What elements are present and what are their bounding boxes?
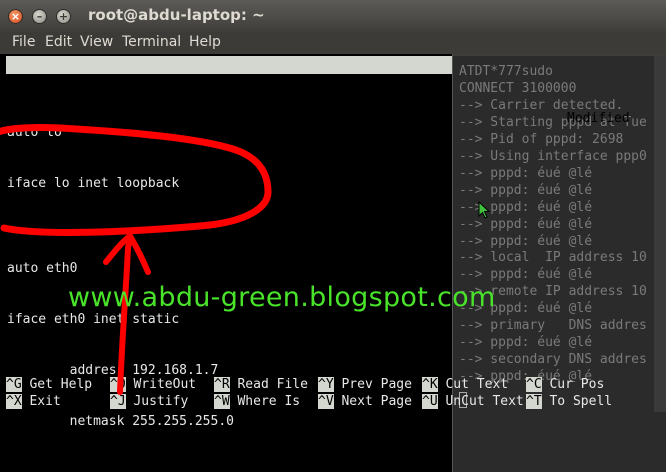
shortcut-key: ^G xyxy=(6,377,22,392)
shortcut-next-page[interactable]: Next Page xyxy=(341,394,411,409)
shortcut-key: ^C xyxy=(526,377,542,392)
menu-bar: File Edit View Terminal Help xyxy=(0,32,666,54)
menu-file[interactable]: File xyxy=(12,34,35,50)
window-title: root@abdu-laptop: ~ xyxy=(88,6,265,24)
shortcut-get-help[interactable]: Get Help xyxy=(29,377,92,392)
shortcut-where-is[interactable]: Where Is xyxy=(237,394,300,409)
editor-line: auto eth0 xyxy=(7,261,78,276)
background-terminal-line: --> Starting pppd at Tue xyxy=(459,114,647,130)
shortcut-key: ^W xyxy=(214,394,230,409)
shortcut-exit[interactable]: Exit xyxy=(29,394,60,409)
shortcut-key: ^X xyxy=(6,394,22,409)
menu-terminal[interactable]: Terminal xyxy=(122,34,181,50)
background-terminal-line: --> Pid of pppd: 2698 xyxy=(459,131,624,147)
editor-line: iface lo inet loopback xyxy=(7,176,180,191)
shortcut-key: ^K xyxy=(422,377,438,392)
watermark-text: www.abdu-green.blogspot.com xyxy=(68,282,496,313)
shortcut-key: ^U xyxy=(422,394,438,409)
window-titlebar[interactable]: × – + root@abdu-laptop: ~ xyxy=(0,0,666,32)
background-terminal-line: --> pppd: éué @lé xyxy=(459,182,593,198)
background-terminal-line: --> pppd: éué @lé xyxy=(459,165,593,181)
shortcut-read-file[interactable]: Read File xyxy=(237,377,307,392)
background-terminal-line: --> pppd: éué @lé xyxy=(459,216,593,232)
editor-line: auto lo xyxy=(7,125,62,140)
mouse-pointer-icon xyxy=(478,201,490,219)
shortcut-key: ^R xyxy=(214,377,230,392)
minimize-icon[interactable]: – xyxy=(32,9,47,24)
shortcut-uncut-text[interactable]: UnCut Text xyxy=(445,394,523,409)
background-terminal-output: ATDT*777sudo CONNECT 3100000 --> Carrier d… xyxy=(459,64,665,386)
shortcut-key: ^Y xyxy=(318,377,334,392)
editor-line: iface eth0 inet static xyxy=(7,312,180,327)
editor-line: netmask 255.255.255.0 xyxy=(7,414,234,429)
shortcut-key: ^T xyxy=(526,394,542,409)
background-terminal-line: ATDT*777sudo xyxy=(459,64,553,79)
shortcut-cut-text[interactable]: Cut Text xyxy=(445,377,508,392)
close-icon[interactable]: × xyxy=(8,9,23,24)
menu-edit[interactable]: Edit xyxy=(45,34,72,50)
nano-modified-status: Modified xyxy=(567,111,630,126)
shortcut-writeout[interactable]: WriteOut xyxy=(133,377,196,392)
nano-filename: File: /etc/network/interfaces xyxy=(207,93,434,108)
background-terminal-scrollbar[interactable] xyxy=(654,56,666,412)
nano-shortcut-bar: ^G Get Help ^O WriteOut ^R Read File ^Y … xyxy=(6,376,658,410)
shortcut-justify[interactable]: Justify xyxy=(133,394,188,409)
background-terminal-line: --> local IP address 10 xyxy=(459,250,647,266)
background-terminal-line: --> pppd: éué @lé xyxy=(459,335,593,351)
shortcut-key: ^V xyxy=(318,394,334,409)
shortcut-to-spell[interactable]: To Spell xyxy=(549,394,612,409)
background-terminal-line: --> Carrier detected. xyxy=(459,97,640,113)
background-terminal-line: --> pppd: éué @lé xyxy=(459,233,593,249)
menu-view[interactable]: View xyxy=(80,34,113,50)
background-terminal-line: --> Using interface ppp0 xyxy=(459,148,647,164)
shortcut-prev-page[interactable]: Prev Page xyxy=(341,377,411,392)
menu-help[interactable]: Help xyxy=(189,34,221,50)
background-terminal-line: --> secondary DNS addres xyxy=(459,352,647,368)
background-terminal-line: --> primary DNS addres xyxy=(459,318,647,334)
nano-header: GNU nano 2.2.2 File: /etc/network/interf… xyxy=(6,56,630,126)
shortcut-key: ^O xyxy=(110,377,126,392)
background-terminal-line: CONNECT 3100000 xyxy=(459,80,577,96)
maximize-icon[interactable]: + xyxy=(56,9,71,24)
shortcut-key: ^J xyxy=(110,394,126,409)
shortcut-cur-pos[interactable]: Cur Pos xyxy=(549,377,604,392)
